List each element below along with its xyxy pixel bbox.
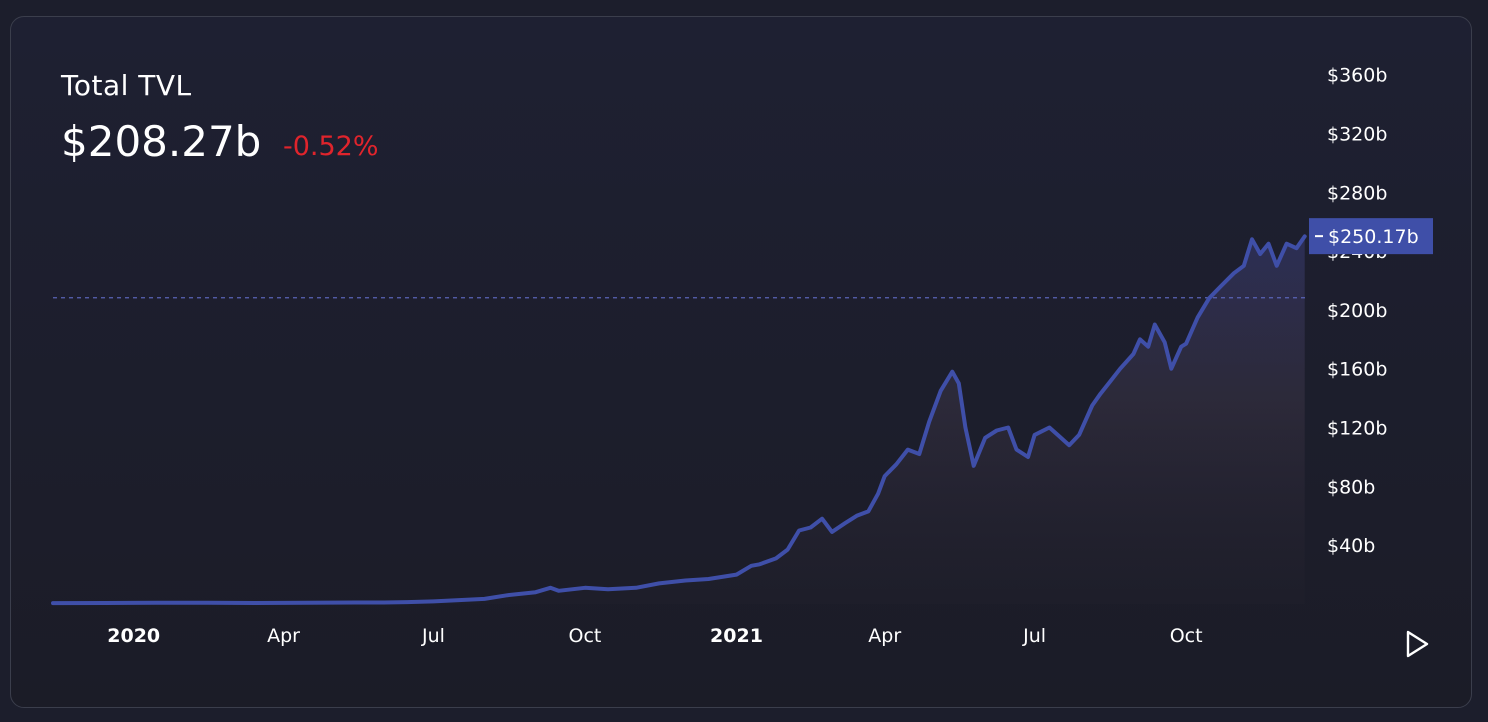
x-tick-label: Apr [868,625,901,647]
x-tick-label: 2020 [107,625,160,647]
y-tick-label: $320b [1327,123,1387,145]
x-tick-label: Jul [421,625,445,647]
x-tick-label: 2021 [710,625,763,647]
plot-area [51,234,1308,606]
y-tick-label: $40b [1327,535,1375,557]
y-tick-label: $120b [1327,418,1387,440]
y-tick-label: $160b [1327,359,1387,381]
y-tick-label: $280b [1327,182,1387,204]
x-tick-label: Apr [267,625,300,647]
y-axis: $40b$80b$120b$160b$200b$240b$280b$320b$3… [1327,65,1387,558]
last-value-tag-label: $250.17b [1328,226,1419,248]
tvl-area-chart[interactable]: $40b$80b$120b$160b$200b$240b$280b$320b$3… [11,17,1472,708]
y-tick-label: $200b [1327,300,1387,322]
x-tick-label: Jul [1022,625,1046,647]
y-tick-label: $80b [1327,476,1375,498]
x-axis: 2020 Apr Jul Oct 2021 Apr Jul Oct [107,625,1202,647]
x-tick-label: Oct [569,625,602,647]
play-triangle-icon[interactable] [1401,629,1431,659]
last-value-tag: $250.17b [1309,218,1433,255]
y-tick-label: $360b [1327,65,1387,87]
x-tick-label: Oct [1170,625,1203,647]
tvl-area-fill [53,236,1305,604]
tvl-chart-card: Total TVL $208.27b -0.52% $40b $80b $120b $… [10,16,1472,708]
